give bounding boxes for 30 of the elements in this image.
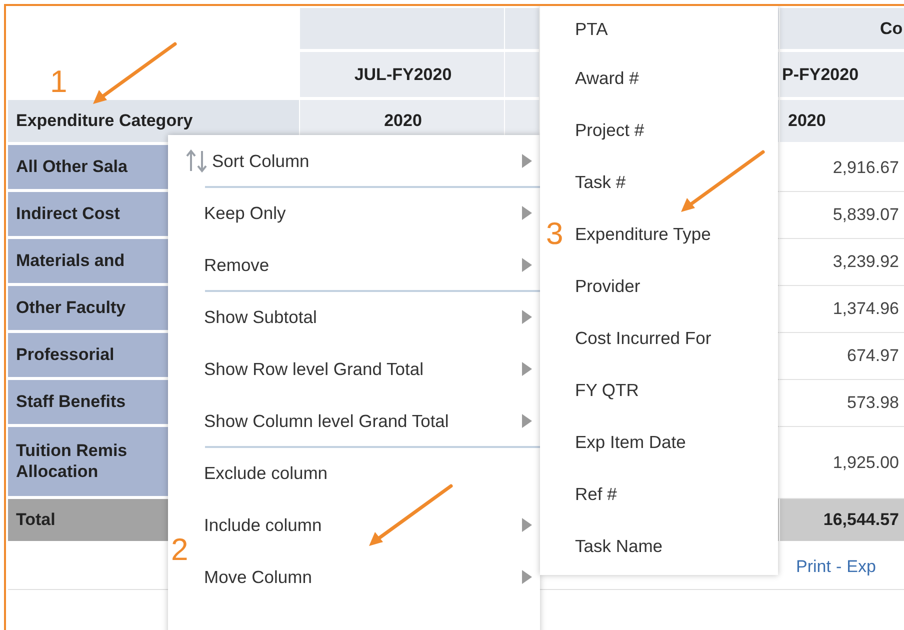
export-link[interactable]: Exp	[846, 556, 876, 576]
column-group-header: Co	[780, 8, 904, 52]
menu-item[interactable]: Cost Incurred For	[572, 312, 778, 364]
submenu-arrow-icon	[522, 362, 532, 376]
menu-item[interactable]: Move Column	[198, 551, 540, 603]
submenu-arrow-icon	[522, 518, 532, 532]
submenu-arrow-icon	[522, 206, 532, 220]
menu-item[interactable]: Award #	[572, 52, 778, 104]
menu-item[interactable]: Task #	[572, 156, 778, 208]
submenu-arrow-icon	[522, 414, 532, 428]
menu-item[interactable]: Provider	[572, 260, 778, 312]
submenu-arrow-icon	[522, 154, 532, 168]
link-separator: -	[836, 556, 842, 576]
step-number: 3	[546, 216, 564, 252]
menu-item[interactable]: PTA	[572, 6, 778, 52]
menu-item[interactable]: Ref #	[572, 468, 778, 520]
submenu-arrow-icon	[522, 570, 532, 584]
menu-item[interactable]: Task Name	[572, 520, 778, 572]
column-header: P-FY2020	[780, 52, 904, 100]
step-number: 1	[50, 64, 68, 100]
menu-item[interactable]: FY QTR	[572, 364, 778, 416]
total-value: 16,544.57	[780, 499, 904, 544]
column-header: JUL-FY2020	[300, 52, 505, 100]
submenu-arrow-icon	[522, 258, 532, 272]
menu-item[interactable]: Exp Item Date	[572, 416, 778, 468]
year-header: 2020	[780, 100, 904, 145]
menu-item[interactable]: Project #	[572, 104, 778, 156]
menu-item[interactable]: Expenditure Type	[572, 208, 778, 260]
submenu-arrow-icon	[522, 310, 532, 324]
print-link[interactable]: Print	[796, 556, 831, 576]
